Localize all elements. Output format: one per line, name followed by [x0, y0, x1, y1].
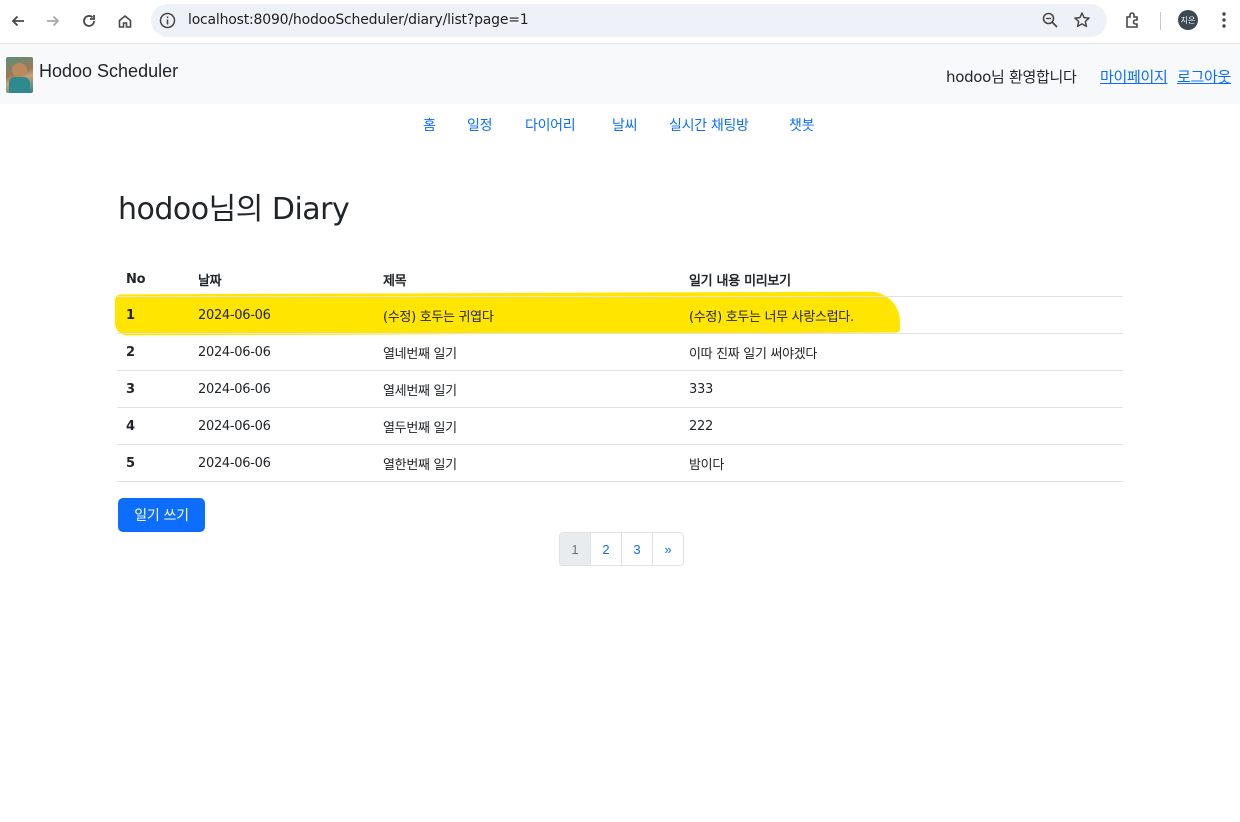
menu-diary[interactable]: 다이어리: [525, 115, 576, 135]
menu-weather[interactable]: 날씨: [612, 115, 637, 135]
row-no: 4: [117, 407, 189, 445]
menu-home[interactable]: 홈: [423, 115, 436, 135]
reload-icon[interactable]: [77, 9, 101, 33]
row-title[interactable]: 열네번째 일기: [374, 333, 680, 371]
diary-table: No 날짜 제목 일기 내용 미리보기 1 2024-06-06 (수정) 호두…: [117, 262, 1123, 482]
row-no: 5: [117, 444, 189, 482]
table-row[interactable]: 5 2024-06-06 열한번째 일기 밤이다: [117, 444, 1123, 482]
zoom-icon[interactable]: [1041, 11, 1059, 29]
pagination: 1 2 3 »: [559, 532, 684, 566]
table-header-row: No 날짜 제목 일기 내용 미리보기: [117, 262, 1123, 297]
row-preview: 이따 진짜 일기 써야겠다: [680, 333, 1123, 371]
row-date: 2024-06-06: [189, 407, 374, 445]
table-row[interactable]: 2 2024-06-06 열네번째 일기 이따 진짜 일기 써야겠다: [117, 333, 1123, 371]
row-title[interactable]: 열두번째 일기: [374, 407, 680, 445]
table-row[interactable]: 3 2024-06-06 열세번째 일기 333: [117, 370, 1123, 408]
back-icon[interactable]: [6, 9, 30, 33]
row-title[interactable]: 열세번째 일기: [374, 370, 680, 408]
logout-link[interactable]: 로그아웃: [1177, 66, 1231, 87]
brand-name[interactable]: Hodoo Scheduler: [39, 61, 178, 82]
row-title[interactable]: (수정) 호두는 귀엽다: [374, 296, 680, 334]
write-diary-button[interactable]: 일기 쓰기: [118, 498, 205, 532]
row-date: 2024-06-06: [189, 296, 374, 334]
page-next[interactable]: »: [652, 533, 683, 565]
row-title[interactable]: 열한번째 일기: [374, 444, 680, 482]
extensions-icon[interactable]: [1123, 10, 1143, 30]
page-2[interactable]: 2: [590, 533, 621, 565]
row-date: 2024-06-06: [189, 444, 374, 482]
row-preview: 333: [680, 370, 1123, 408]
row-date: 2024-06-06: [189, 370, 374, 408]
row-preview: (수정) 호두는 너무 사랑스럽다.: [680, 296, 1123, 334]
more-menu-icon[interactable]: [1214, 10, 1234, 30]
menu-chat[interactable]: 실시간 채팅방: [669, 115, 749, 135]
page-3[interactable]: 3: [621, 533, 652, 565]
site-info-icon[interactable]: [159, 12, 176, 29]
menu-schedule[interactable]: 일정: [467, 115, 492, 135]
bookmark-star-icon[interactable]: [1073, 11, 1091, 29]
address-bar[interactable]: localhost:8090/hodooScheduler/diary/list…: [151, 4, 1107, 37]
col-preview: 일기 내용 미리보기: [680, 262, 1123, 297]
table-row[interactable]: 4 2024-06-06 열두번째 일기 222: [117, 407, 1123, 445]
menu-chatbot[interactable]: 챗봇: [789, 115, 814, 135]
welcome-text: hodoo님 환영합니다: [946, 68, 1077, 86]
row-no: 2: [117, 333, 189, 371]
mypage-link[interactable]: 마이페이지: [1100, 66, 1168, 87]
page-title: hodoo님의 Diary: [118, 192, 350, 227]
col-no: No: [117, 262, 189, 297]
forward-icon[interactable]: [41, 9, 65, 33]
col-title: 제목: [374, 262, 680, 297]
table-row[interactable]: 1 2024-06-06 (수정) 호두는 귀엽다 (수정) 호두는 너무 사랑…: [117, 296, 1123, 334]
url-text[interactable]: localhost:8090/hodooScheduler/diary/list…: [188, 12, 529, 28]
row-preview: 222: [680, 407, 1123, 445]
toolbar-divider: [1160, 12, 1161, 30]
profile-avatar[interactable]: 지은: [1178, 10, 1198, 30]
row-preview: 밤이다: [680, 444, 1123, 482]
home-icon[interactable]: [113, 9, 137, 33]
app-navbar: Hodoo Scheduler hodoo님 환영합니다 마이페이지 로그아웃: [0, 44, 1240, 104]
row-date: 2024-06-06: [189, 333, 374, 371]
col-date: 날짜: [189, 262, 374, 297]
brand-logo[interactable]: [6, 57, 33, 93]
row-no: 3: [117, 370, 189, 408]
row-no: 1: [117, 296, 189, 334]
browser-toolbar: localhost:8090/hodooScheduler/diary/list…: [0, 0, 1240, 44]
page-1[interactable]: 1: [560, 533, 590, 565]
